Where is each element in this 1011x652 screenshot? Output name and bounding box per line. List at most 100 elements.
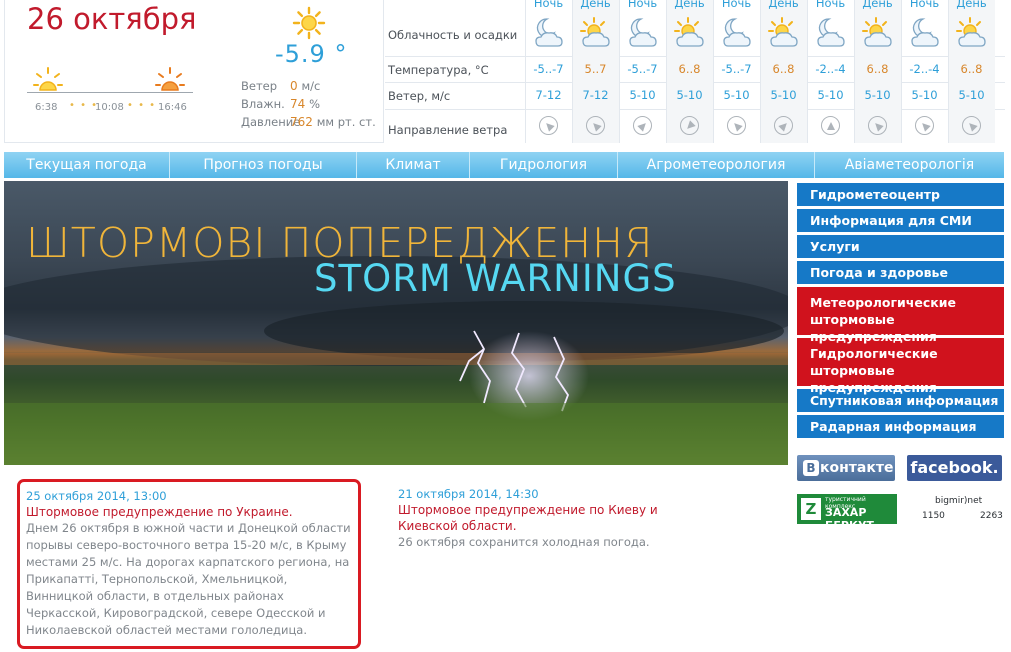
daylight-dots: • • • xyxy=(69,100,99,111)
table-divider xyxy=(713,0,714,143)
sidebar-menu: Гидрометеоцентр Информация для СМИ Услуг… xyxy=(797,183,1004,441)
forecast-period: День xyxy=(580,0,611,10)
moon-cloud-icon xyxy=(814,16,848,50)
nav-agrometeorology[interactable]: Агрометеорология xyxy=(618,152,815,178)
forecast-column: Ночь -5..-7 5-10 xyxy=(713,0,760,143)
wind-direction-arrow-icon xyxy=(774,116,793,135)
nav-current-weather[interactable]: Текущая погода xyxy=(4,152,170,178)
forecast-temperature: -5..-7 xyxy=(533,62,564,76)
sun-icon xyxy=(292,6,326,44)
row-label-direction: Направление ветра xyxy=(388,123,508,137)
news-date: 21 октября 2014, 14:30 xyxy=(398,487,539,501)
forecast-wind: 5-10 xyxy=(958,88,985,102)
wind-direction-arrow-icon xyxy=(539,116,558,135)
sun-cloud-icon xyxy=(673,16,707,50)
forecast-column: День 6..8 5-10 xyxy=(948,0,995,143)
forecast-temperature: 6..8 xyxy=(678,62,701,76)
sun-cloud-icon xyxy=(955,16,989,50)
facebook-button[interactable]: facebook. xyxy=(907,455,1002,481)
forecast-temperature: 6..8 xyxy=(866,62,889,76)
forecast-wind: 5-10 xyxy=(676,88,703,102)
forecast-wind: 7-12 xyxy=(582,88,609,102)
pressure-value: 762 мм рт. ст. xyxy=(290,115,376,129)
wind-direction-arrow-icon xyxy=(633,116,652,135)
forecast-temperature: -2..-4 xyxy=(909,62,940,76)
sidebar-item-meteo-warnings[interactable]: Метеорологические штормовые предупрежден… xyxy=(797,287,1004,344)
wind-direction-arrow-icon xyxy=(680,116,699,135)
table-divider xyxy=(854,0,855,143)
nav-hydrology[interactable]: Гидрология xyxy=(470,152,618,178)
zakhar-berkut-name: ЗАХАР БЕРКУТ xyxy=(825,506,874,532)
forecast-wind: 5-10 xyxy=(629,88,656,102)
sidebar-item-services[interactable]: Услуги xyxy=(797,235,1004,258)
humidity-label: Влажн. xyxy=(241,97,285,111)
table-divider xyxy=(807,0,808,143)
forecast-temperature: 5..7 xyxy=(584,62,607,76)
forecast-wind: 5-10 xyxy=(770,88,797,102)
sidebar-item-media-info[interactable]: Информация для СМИ xyxy=(797,209,1004,232)
current-date: 26 октября xyxy=(27,2,197,36)
wind-direction-arrow-icon xyxy=(915,116,934,135)
wind-direction-arrow-icon xyxy=(821,116,840,135)
sidebar-item-radar[interactable]: Радарная информация xyxy=(797,415,1004,438)
sunset-time: 16:46 xyxy=(158,102,187,113)
zakhar-berkut-logo-icon: Z xyxy=(801,498,821,520)
bigmir-counter[interactable]: bigmir)net 1150 2263 xyxy=(918,494,1003,524)
forecast-period: День xyxy=(862,0,893,10)
table-divider xyxy=(666,0,667,143)
storm-warnings-banner[interactable]: ШТОРМОВІ ПОПЕРЕДЖЕННЯ STORM WARNINGS xyxy=(4,181,788,465)
sidebar-item-weather-health[interactable]: Погода и здоровье xyxy=(797,261,1004,284)
vkontakte-button[interactable]: Вконтакте xyxy=(797,455,895,481)
humidity-value: 74 % xyxy=(290,97,321,111)
bigmir-count-a: 1150 xyxy=(922,511,945,521)
forecast-table: Облачность и осадки Температура, °С Вете… xyxy=(385,0,1005,143)
moon-cloud-icon xyxy=(720,16,754,50)
nav-climate[interactable]: Климат xyxy=(357,152,470,178)
vk-label: контакте xyxy=(820,460,894,476)
sun-cloud-icon xyxy=(861,16,895,50)
sidebar-item-hydro-warnings[interactable]: Гидрологические штормовые предупреждения xyxy=(797,338,1004,395)
forecast-column: Ночь -2..-4 5-10 xyxy=(807,0,854,143)
forecast-column: Ночь -5..-7 7-12 xyxy=(525,0,572,143)
wind-direction-arrow-icon xyxy=(868,116,887,135)
nav-forecast[interactable]: Прогноз погоды xyxy=(170,152,357,178)
row-label-temperature: Температура, °С xyxy=(388,63,489,77)
wind-direction-arrow-icon xyxy=(586,116,605,135)
sun-cloud-icon xyxy=(579,16,613,50)
forecast-wind: 5-10 xyxy=(911,88,938,102)
forecast-column: День 6..8 5-10 xyxy=(666,0,713,143)
forecast-wind: 5-10 xyxy=(864,88,891,102)
moon-cloud-icon xyxy=(908,16,942,50)
bigmir-name: bigmir)net xyxy=(935,496,983,506)
row-label-clouds: Облачность и осадки xyxy=(388,28,518,42)
forecast-column: День 6..8 5-10 xyxy=(760,0,807,143)
sidebar-item-hydrometcenter[interactable]: Гидрометеоцентр xyxy=(797,183,1004,206)
news-item: 21 октября 2014, 14:30 Штормовое предупр… xyxy=(398,486,718,551)
news-date: 25 октября 2014, 13:00 xyxy=(26,489,167,503)
nav-aviameteorology[interactable]: Авіаметеорологія xyxy=(815,152,1004,178)
forecast-column: Ночь -5..-7 5-10 xyxy=(619,0,666,143)
wind-label: Ветер xyxy=(241,79,278,93)
forecast-column: День 6..8 5-10 xyxy=(854,0,901,143)
forecast-period: День xyxy=(956,0,987,10)
forecast-period: Ночь xyxy=(627,0,658,10)
row-label-wind: Ветер, м/с xyxy=(388,89,451,103)
news-body: Днем 26 октября в южной части и Донецкой… xyxy=(26,521,351,637)
moon-cloud-icon xyxy=(626,16,660,50)
moon-cloud-icon xyxy=(532,16,566,50)
forecast-wind: 5-10 xyxy=(723,88,750,102)
sidebar-item-satellite[interactable]: Спутниковая информация xyxy=(797,389,1004,412)
wind-direction-arrow-icon xyxy=(727,116,746,135)
daylight-line xyxy=(27,92,193,93)
table-divider xyxy=(948,0,949,143)
news-title-link[interactable]: Штормовое предупреждение по Киеву и Киев… xyxy=(398,502,718,534)
forecast-wind: 7-12 xyxy=(535,88,562,102)
news-title-link[interactable]: Штормовое предупреждение по Украине. xyxy=(26,504,358,520)
banner-title-en: STORM WARNINGS xyxy=(314,257,677,300)
current-weather-panel: 26 октября -5.9 ° 6:38 • • • 10:08 • • •… xyxy=(4,0,384,143)
vk-logo-icon: В xyxy=(803,460,819,476)
sunrise-time: 6:38 xyxy=(35,102,58,113)
wind-value: 0 м/с xyxy=(290,79,321,93)
zakhar-berkut-link[interactable]: Z туристичний комплекс ЗАХАР БЕРКУТ xyxy=(797,494,897,532)
forecast-temperature: 6..8 xyxy=(772,62,795,76)
